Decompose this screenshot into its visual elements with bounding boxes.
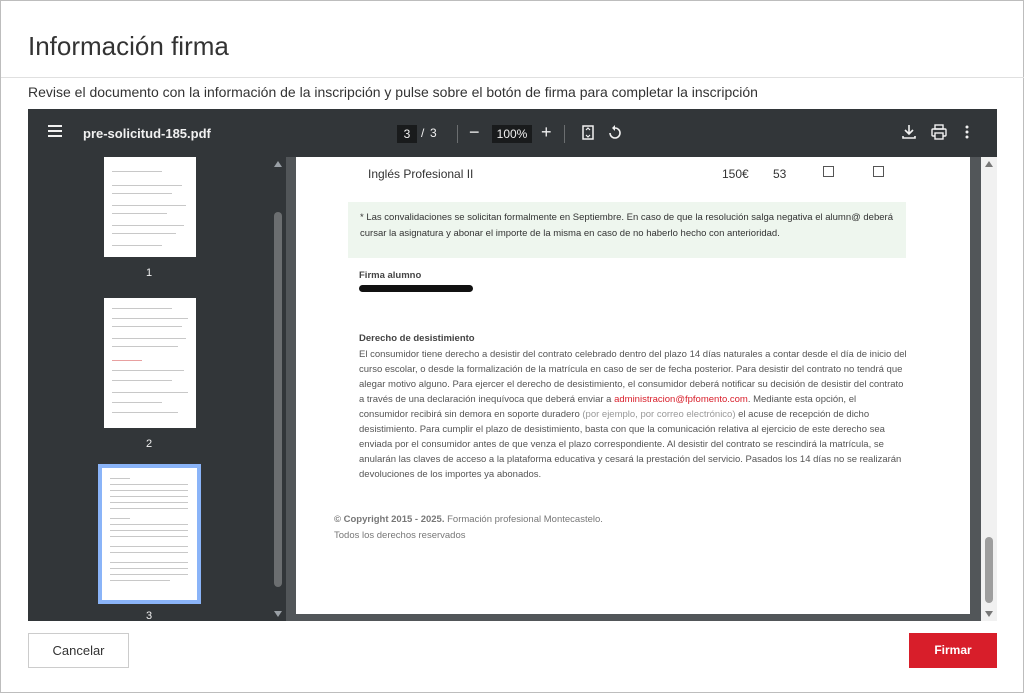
signature-label: Firma alumno xyxy=(359,270,422,281)
menu-icon[interactable] xyxy=(48,125,62,137)
withdrawal-title: Derecho de desistimiento xyxy=(359,333,475,344)
page-thumbnail-3[interactable] xyxy=(102,468,197,600)
toolbar-divider xyxy=(457,125,458,143)
print-icon[interactable] xyxy=(931,124,947,144)
scroll-down-icon[interactable] xyxy=(274,611,282,617)
dialog-instruction: Revise el documento con la información d… xyxy=(28,84,758,100)
download-icon[interactable] xyxy=(902,124,916,144)
thumbnail-sidebar: 1 2 3 xyxy=(28,157,286,621)
more-icon[interactable] xyxy=(965,125,969,143)
copyright: © Copyright 2015 - 2025. Formación profe… xyxy=(334,514,603,525)
zoom-out-icon[interactable]: − xyxy=(469,123,480,141)
zoom-in-icon[interactable]: + xyxy=(541,123,552,141)
course-price: 150€ xyxy=(722,167,749,181)
toolbar-divider xyxy=(564,125,565,143)
page-number-input[interactable]: 3 xyxy=(397,125,417,143)
pdf-page: Inglés Profesional II 150€ 53 * Las conv… xyxy=(296,157,970,614)
course-name: Inglés Profesional II xyxy=(368,167,474,181)
cancel-button[interactable]: Cancelar xyxy=(28,633,129,668)
pdf-filename: pre-solicitud-185.pdf xyxy=(83,126,211,141)
scroll-up-icon[interactable] xyxy=(274,161,282,167)
withdrawal-text: El consumidor tiene derecho a desistir d… xyxy=(359,349,907,480)
thumbnail-label: 2 xyxy=(145,438,153,450)
admin-email-link[interactable]: administracion@fpfomento.com xyxy=(614,394,748,405)
sign-button[interactable]: Firmar xyxy=(909,633,997,668)
pdf-viewer: pre-solicitud-185.pdf 3 / 3 − 100% + 1 2… xyxy=(28,109,997,621)
thumbnail-label: 1 xyxy=(145,267,153,279)
pdf-toolbar: pre-solicitud-185.pdf 3 / 3 − 100% + xyxy=(28,109,997,157)
course-hours: 53 xyxy=(773,167,787,181)
rotate-icon[interactable] xyxy=(607,125,623,145)
sidebar-scrollbar[interactable] xyxy=(270,157,286,621)
page-thumbnail-2[interactable] xyxy=(104,298,196,428)
fit-page-icon[interactable] xyxy=(582,125,594,144)
scroll-up-icon[interactable] xyxy=(985,161,993,167)
thumbnail-label: 3 xyxy=(145,610,153,621)
convalidation-note: * Las convalidaciones se solicitan forma… xyxy=(348,202,906,258)
pdf-page-area: Inglés Profesional II 150€ 53 * Las conv… xyxy=(286,157,997,621)
rights-reserved: Todos los derechos reservados xyxy=(334,530,466,541)
title-divider xyxy=(1,77,1024,78)
zoom-level-input[interactable]: 100% xyxy=(492,125,532,143)
document-scroll-thumb[interactable] xyxy=(985,537,993,603)
redacted-signature xyxy=(359,285,473,292)
sidebar-scroll-thumb[interactable] xyxy=(274,212,282,587)
exemption-checkbox[interactable] xyxy=(873,166,884,177)
page-total: 3 xyxy=(430,126,437,140)
convalidation-checkbox[interactable] xyxy=(823,166,834,177)
dialog-title: Información firma xyxy=(28,31,229,61)
scroll-down-icon[interactable] xyxy=(985,611,993,617)
page-thumbnail-1[interactable] xyxy=(104,157,196,257)
page-separator: / xyxy=(421,126,425,140)
document-scrollbar[interactable] xyxy=(981,157,997,621)
signature-dialog: Información firma Revise el documento co… xyxy=(0,0,1024,693)
